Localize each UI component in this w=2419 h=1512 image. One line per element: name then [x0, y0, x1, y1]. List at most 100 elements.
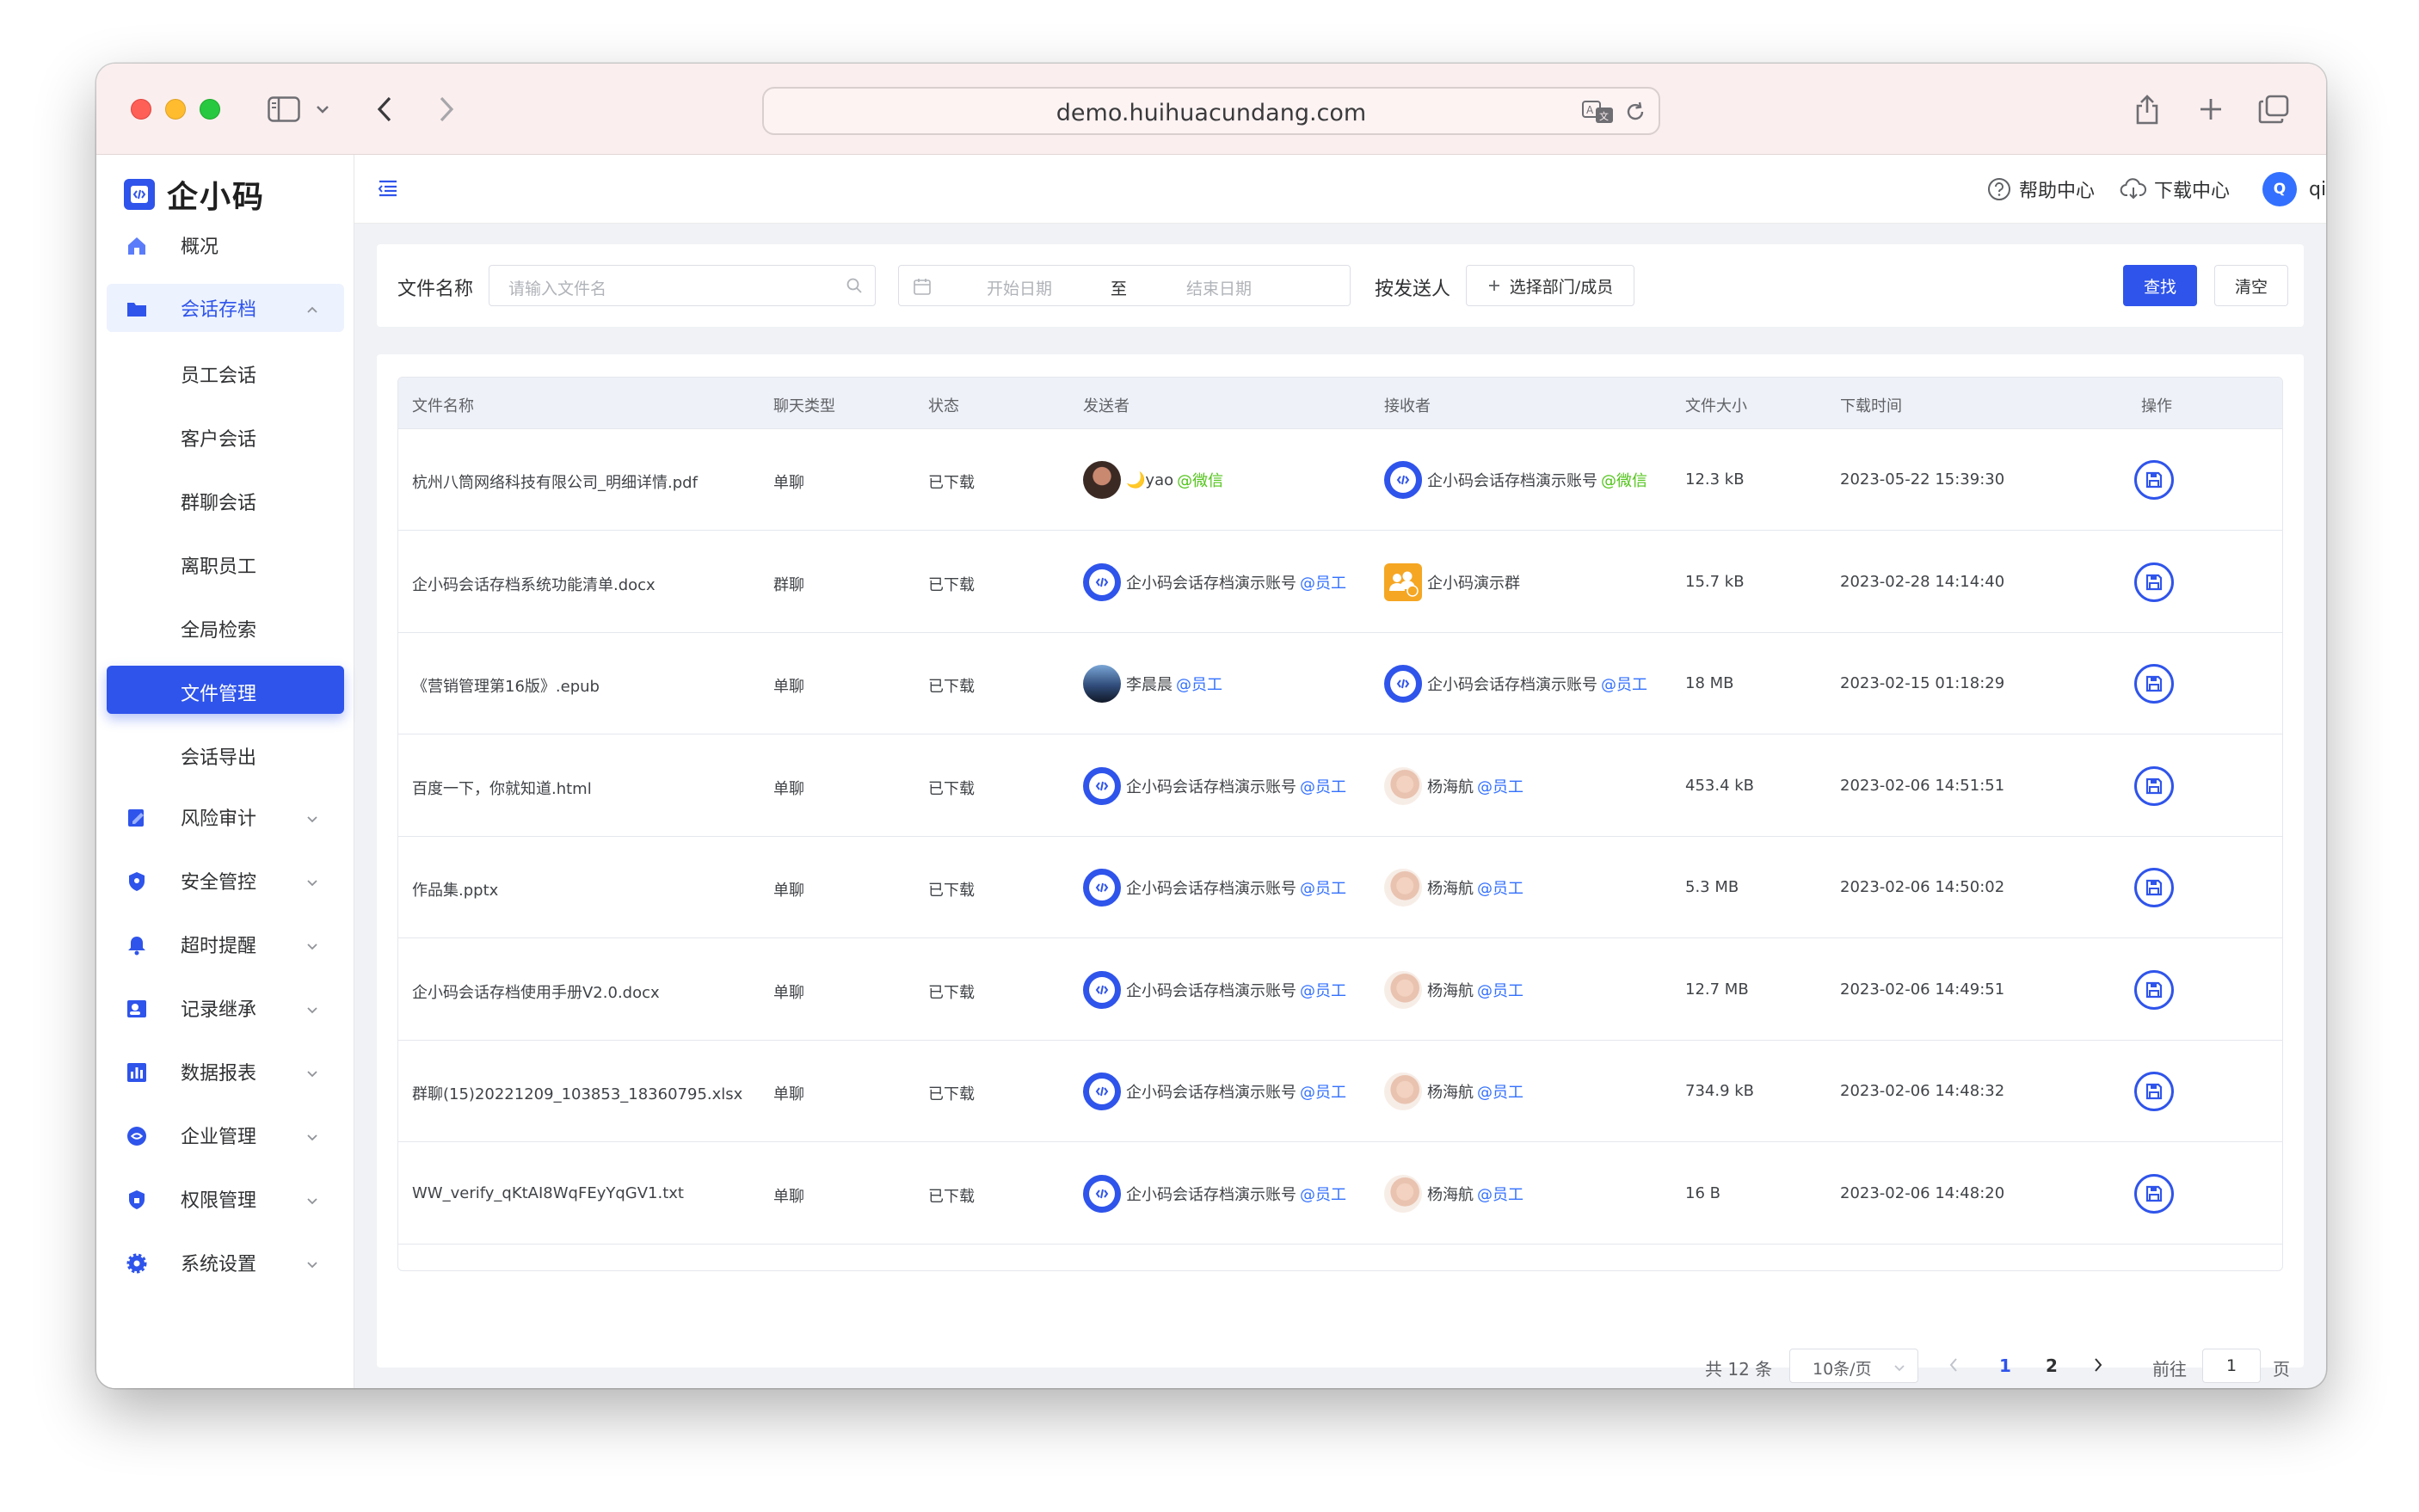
- new-tab-icon[interactable]: [2195, 89, 2226, 129]
- sidebar-subitem-customer-chats[interactable]: 客户会话: [107, 411, 344, 459]
- goto-page-input[interactable]: 1: [2202, 1349, 2261, 1383]
- close-window-button[interactable]: [131, 99, 151, 120]
- download-time-cell: 2023-02-06 14:48:32: [1840, 1082, 2005, 1100]
- download-save-button[interactable]: [2134, 969, 2174, 1010]
- avatar: [1384, 1174, 1422, 1213]
- clear-button[interactable]: 清空: [2214, 265, 2288, 306]
- date-range-separator: 至: [1111, 280, 1128, 298]
- sender-cell: 企小码会话存档演示账号 @员工: [1083, 869, 1346, 907]
- download-save-button[interactable]: [2134, 460, 2174, 500]
- sidebar-subitem-global-search[interactable]: 全局检索: [107, 602, 344, 650]
- download-save-button[interactable]: [2134, 1072, 2174, 1111]
- chevron-down-icon[interactable]: [313, 89, 332, 129]
- translate-icon[interactable]: A文: [1581, 99, 1616, 128]
- sidebar-toggle-icon[interactable]: [265, 89, 303, 129]
- sidebar-subitem-departed-employees[interactable]: 离职员工: [107, 538, 344, 587]
- sidebar-subitem-label: 会话导出: [181, 747, 257, 769]
- download-save-button[interactable]: [2134, 868, 2174, 907]
- date-range-picker[interactable]: 开始日期 至 结束日期: [898, 265, 1351, 306]
- download-center-link[interactable]: 下载中心: [2120, 175, 2230, 203]
- download-save-button[interactable]: [2134, 664, 2174, 704]
- download-save-button[interactable]: [2134, 765, 2174, 806]
- column-header-download-time: 下载时间: [1840, 397, 1902, 415]
- filename-search-input[interactable]: 请输入文件名: [489, 265, 876, 306]
- sender-cell: 企小码会话存档演示账号 @员工: [1083, 562, 1346, 601]
- zoom-window-button[interactable]: [200, 99, 220, 120]
- sidebar-item-risk-audit[interactable]: 风险审计: [107, 793, 344, 841]
- receiver-cell: 杨海航 @员工: [1384, 970, 1523, 1009]
- sender-tag: @微信: [1177, 472, 1224, 490]
- page-size-value: 10条/页: [1813, 1360, 1872, 1379]
- sidebar-subitem-group-chats[interactable]: 群聊会话: [107, 475, 344, 523]
- company-avatar-icon: [1083, 766, 1121, 805]
- download-time-cell: 2023-02-06 14:50:02: [1840, 878, 2005, 896]
- minimize-window-button[interactable]: [165, 99, 186, 120]
- filename-filter-label: 文件名称: [397, 279, 474, 300]
- sidebar-item-enterprise-management[interactable]: 企业管理: [107, 1111, 344, 1159]
- company-avatar-icon: [1384, 461, 1422, 499]
- sidebar-item-chat-archive[interactable]: 会话存档: [107, 284, 344, 332]
- download-save-button[interactable]: [2134, 1173, 2174, 1214]
- page-number-2[interactable]: 2: [2046, 1355, 2058, 1376]
- sidebar-item-system-settings[interactable]: 系统设置: [107, 1238, 344, 1287]
- next-page-button[interactable]: [2092, 1357, 2104, 1376]
- sender-cell: 李晨晨 @员工: [1083, 665, 1222, 703]
- receiver-name: 杨海航: [1427, 981, 1474, 1000]
- sidebar-subitem-label: 离职员工: [181, 556, 257, 578]
- help-center-link[interactable]: 帮助中心: [1986, 175, 2095, 203]
- sidebar-item-record-inheritance[interactable]: 记录继承: [107, 984, 344, 1032]
- file-size-cell: 12.3 kB: [1685, 470, 1745, 489]
- sender-name: 企小码会话存档演示账号: [1126, 778, 1296, 796]
- sidebar-item-label: 风险审计: [181, 808, 257, 830]
- sidebar-item-data-reports[interactable]: 数据报表: [107, 1048, 344, 1096]
- chat-type-cell: 单聊: [773, 882, 804, 900]
- select-member-button[interactable]: 选择部门/成员: [1466, 265, 1634, 306]
- status-cell: 已下载: [928, 983, 975, 1002]
- sidebar-item-label: 超时提醒: [181, 936, 257, 957]
- sidebar-item-overview[interactable]: 概况: [107, 221, 344, 269]
- reload-icon[interactable]: [1624, 101, 1647, 126]
- sidebar-subitem-employee-chats[interactable]: 员工会话: [107, 347, 344, 396]
- sidebar-item-timeout-reminder[interactable]: 超时提醒: [107, 920, 344, 968]
- app-logo[interactable]: 企小码: [124, 172, 265, 217]
- end-date-placeholder: 结束日期: [1186, 280, 1253, 298]
- sidebar-subitem-label: 员工会话: [181, 366, 257, 387]
- download-save-button[interactable]: [2134, 562, 2174, 602]
- shield-icon: [126, 870, 148, 893]
- table-row: 《营销管理第16版》.epub 单聊 已下载 李晨晨 @员工 企小码会话存档演示账号 @员工…: [398, 633, 2282, 734]
- sidebar-item-permission-management[interactable]: 权限管理: [107, 1175, 344, 1223]
- sender-name: 李晨晨: [1126, 676, 1173, 694]
- sidebar-subitem-label: 群聊会话: [181, 493, 257, 514]
- chevron-down-icon: [306, 1130, 318, 1142]
- sender-name: 企小码会话存档演示账号: [1126, 1084, 1296, 1102]
- forward-icon[interactable]: [434, 89, 459, 129]
- sender-tag: @员工: [1300, 1084, 1346, 1102]
- username: qixiaoma: [2309, 178, 2326, 200]
- status-cell: 已下载: [928, 1085, 975, 1103]
- status-cell: 已下载: [928, 575, 975, 594]
- address-bar[interactable]: demo.huihuacundang.com A文: [762, 87, 1660, 135]
- receiver-tag: @员工: [1477, 880, 1523, 898]
- save-icon: [2144, 1081, 2164, 1102]
- sidebar-item-security-control[interactable]: 安全管控: [107, 857, 344, 905]
- filename-placeholder: 请输入文件名: [508, 280, 607, 298]
- prev-page-button[interactable]: [1948, 1357, 1960, 1376]
- share-icon[interactable]: [2132, 89, 2163, 129]
- download-time-cell: 2023-02-06 14:49:51: [1840, 980, 2005, 999]
- user-menu[interactable]: Q qixiaoma: [2262, 172, 2326, 206]
- audit-icon: [126, 807, 148, 829]
- file-name-cell: 百度一下，你就知道.html: [412, 779, 592, 798]
- menu-collapse-icon[interactable]: [377, 177, 399, 200]
- help-icon: [1986, 176, 2012, 202]
- sender-name: 企小码会话存档演示账号: [1126, 574, 1296, 593]
- page-number-1[interactable]: 1: [1999, 1355, 2011, 1376]
- sidebar-subitem-chat-export[interactable]: 会话导出: [107, 729, 344, 778]
- column-header-status: 状态: [928, 397, 959, 415]
- sidebar-subitem-file-management[interactable]: 文件管理: [107, 666, 344, 714]
- page-size-select[interactable]: 10条/页: [1789, 1349, 1918, 1383]
- back-icon[interactable]: [372, 89, 397, 129]
- company-avatar-icon: [1083, 970, 1121, 1009]
- search-button[interactable]: 查找: [2123, 265, 2197, 306]
- file-size-cell: 15.7 kB: [1685, 572, 1745, 591]
- tab-overview-icon[interactable]: [2257, 89, 2290, 129]
